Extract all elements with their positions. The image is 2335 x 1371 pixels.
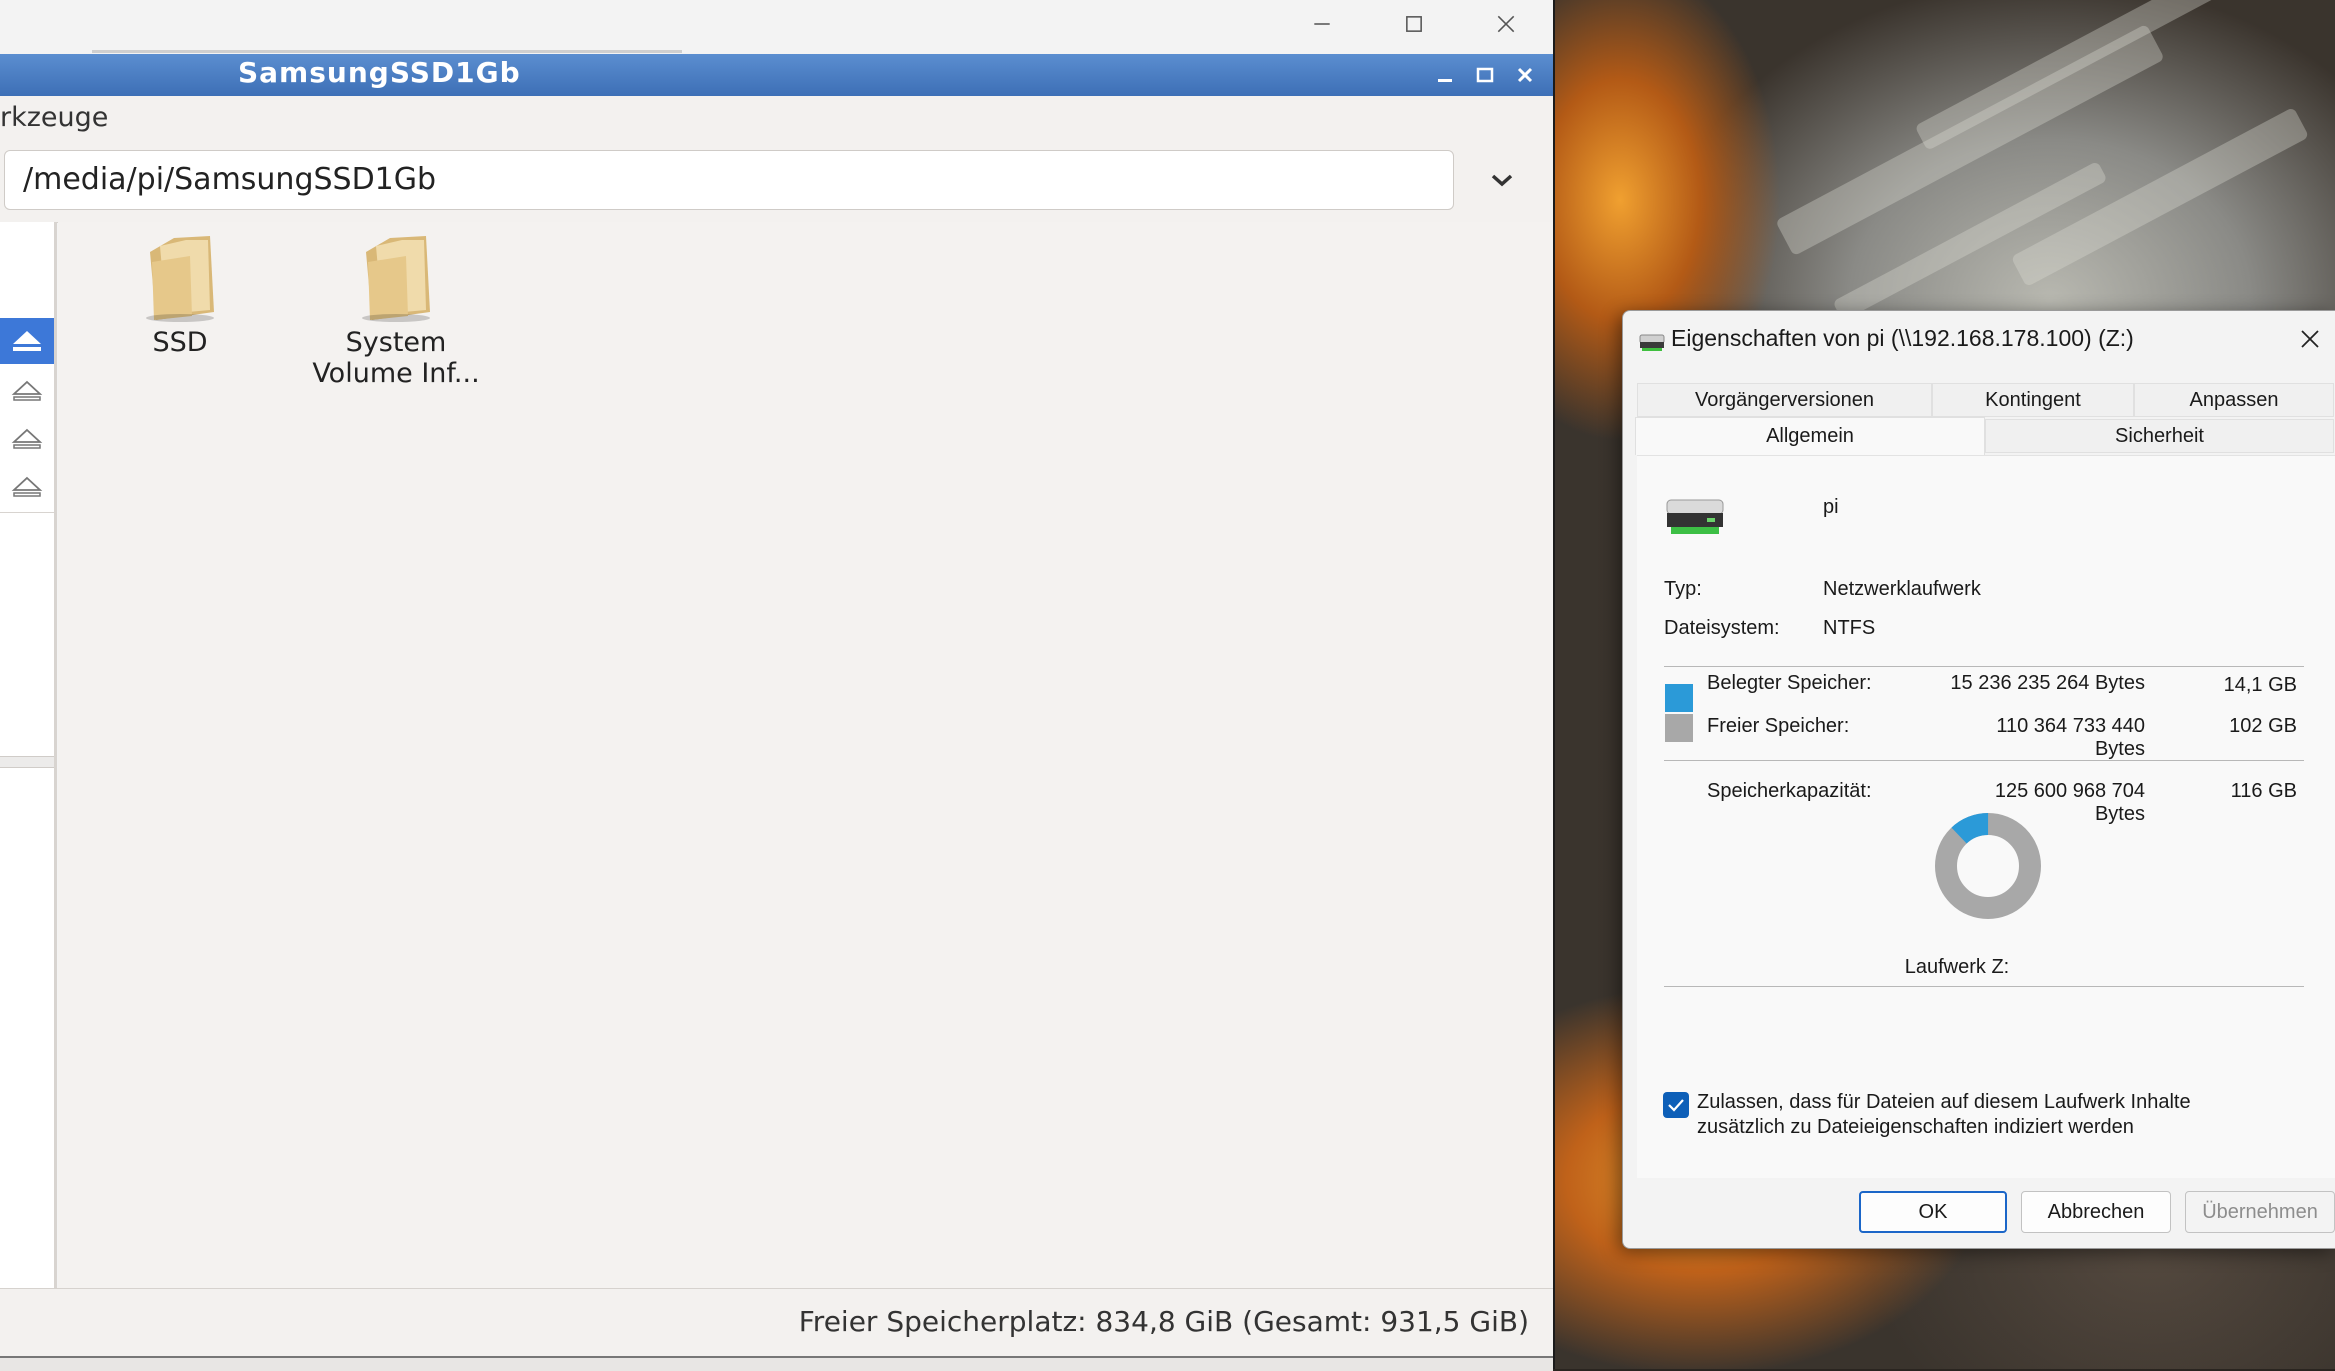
path-bar: /media/pi/SamsungSSD1Gb bbox=[0, 142, 1553, 223]
free-space-status: Freier Speicherplatz: 834,8 GiB (Gesamt:… bbox=[798, 1305, 1529, 1338]
filesystem-value: NTFS bbox=[1823, 617, 1876, 639]
used-space-label: Belegter Speicher: bbox=[1707, 672, 1872, 694]
dialog-close-button[interactable] bbox=[2290, 319, 2330, 359]
fm-maximize-button[interactable] bbox=[1469, 60, 1501, 90]
file-item-label-line2: Volume Inf... bbox=[312, 358, 480, 389]
eject-drive-2-button[interactable] bbox=[0, 368, 54, 414]
tab-customize[interactable]: Anpassen bbox=[2134, 383, 2334, 417]
used-space-swatch bbox=[1665, 684, 1693, 712]
close-icon bbox=[1497, 15, 1515, 33]
menu-tools[interactable]: rkzeuge bbox=[0, 102, 108, 133]
type-label: Typ: bbox=[1664, 578, 1702, 600]
path-input[interactable]: /media/pi/SamsungSSD1Gb bbox=[4, 150, 1454, 210]
sidebar-divider bbox=[0, 512, 54, 513]
eject-drive-1-button[interactable] bbox=[0, 318, 54, 364]
close-icon bbox=[1517, 67, 1533, 83]
minimize-icon bbox=[1314, 23, 1330, 25]
eject-icon bbox=[11, 428, 43, 449]
close-icon bbox=[2301, 330, 2319, 348]
minimize-icon bbox=[1438, 79, 1452, 82]
capacity-size: 116 GB bbox=[2230, 780, 2297, 802]
free-space-label: Freier Speicher: bbox=[1707, 715, 1850, 737]
places-sidebar bbox=[0, 222, 57, 1288]
index-contents-label: Zulassen, dass für Dateien auf diesem La… bbox=[1697, 1091, 2191, 1113]
file-manager-titlebar[interactable]: SamsungSSD1Gb bbox=[0, 54, 1553, 96]
chevron-down-icon bbox=[1491, 174, 1513, 187]
donut-free-ring bbox=[1935, 813, 2041, 919]
maximize-button[interactable] bbox=[1368, 0, 1460, 48]
drive-name: pi bbox=[1823, 496, 1839, 518]
file-item-label: SSD bbox=[152, 327, 208, 358]
drive-letter-label: Laufwerk Z: bbox=[1904, 956, 2010, 978]
network-drive-icon bbox=[1639, 334, 1665, 351]
file-item[interactable]: SSD bbox=[70, 232, 290, 358]
eject-icon bbox=[11, 380, 43, 401]
network-drive-large-icon bbox=[1666, 499, 1724, 534]
tab-quota[interactable]: Kontingent bbox=[1932, 383, 2134, 417]
general-panel: pi Typ: Netzwerklaufwerk Dateisystem: NT… bbox=[1637, 455, 2335, 1178]
folder-icon bbox=[146, 236, 214, 322]
fm-minimize-button[interactable] bbox=[1429, 60, 1461, 90]
eject-icon bbox=[11, 476, 43, 497]
sidebar-pane-handle[interactable] bbox=[0, 756, 54, 768]
maximize-icon bbox=[1476, 67, 1494, 83]
divider bbox=[1664, 666, 2304, 667]
remote-desktop-window: SamsungSSD1Gb rkzeuge /media/pi/SamsungS… bbox=[0, 0, 1555, 1371]
fm-close-button[interactable] bbox=[1509, 60, 1541, 90]
filesystem-label: Dateisystem: bbox=[1664, 617, 1780, 639]
eject-icon bbox=[13, 331, 41, 351]
folder-icon bbox=[362, 236, 430, 322]
minimize-button[interactable] bbox=[1276, 0, 1368, 48]
type-value: Netzwerklaufwerk bbox=[1823, 578, 1981, 600]
window-tab-indicator bbox=[92, 50, 682, 53]
divider bbox=[1664, 760, 2304, 761]
tab-security[interactable]: Sicherheit bbox=[1985, 419, 2334, 453]
free-space-size: 102 GB bbox=[2229, 715, 2297, 737]
checkmark-icon bbox=[1668, 1099, 1684, 1112]
free-space-swatch bbox=[1665, 714, 1693, 742]
path-history-dropdown[interactable] bbox=[1474, 158, 1530, 202]
eject-drive-4-button[interactable] bbox=[0, 464, 54, 510]
divider bbox=[1664, 986, 2304, 987]
index-contents-label-line2: zusätzlich zu Dateieigenschaften indizie… bbox=[1697, 1116, 2134, 1138]
apply-button[interactable]: Übernehmen bbox=[2185, 1191, 2335, 1233]
file-manager-title: SamsungSSD1Gb bbox=[238, 56, 521, 89]
window-titlebar bbox=[0, 0, 1553, 53]
tab-general[interactable]: Allgemein bbox=[1635, 417, 1985, 455]
file-item-label: System bbox=[345, 327, 447, 358]
status-bar: Freier Speicherplatz: 834,8 GiB (Gesamt:… bbox=[0, 1288, 1553, 1357]
usage-donut-chart bbox=[1935, 813, 2041, 919]
used-space-size: 14,1 GB bbox=[2223, 674, 2297, 696]
maximize-icon bbox=[1406, 16, 1422, 32]
cancel-button[interactable]: Abbrechen bbox=[2021, 1191, 2171, 1233]
file-item[interactable]: System Volume Inf... bbox=[286, 232, 506, 389]
index-contents-checkbox[interactable] bbox=[1663, 1092, 1689, 1118]
file-view: SSD System Volume Inf... bbox=[58, 222, 1553, 1288]
ok-button[interactable]: OK bbox=[1859, 1191, 2007, 1233]
used-space-bytes: 15 236 235 264 Bytes bbox=[1950, 672, 2145, 694]
menu-bar: rkzeuge bbox=[0, 96, 1553, 143]
properties-dialog: Eigenschaften von pi (\\192.168.178.100)… bbox=[1622, 310, 2335, 1249]
free-space-bytes: 110 364 733 440 Bytes bbox=[1996, 715, 2145, 760]
eject-drive-3-button[interactable] bbox=[0, 416, 54, 462]
capacity-label: Speicherkapazität: bbox=[1707, 780, 1872, 802]
close-button[interactable] bbox=[1460, 0, 1552, 48]
dialog-title: Eigenschaften von pi (\\192.168.178.100)… bbox=[1671, 325, 2134, 351]
tab-previous-versions[interactable]: Vorgängerversionen bbox=[1637, 383, 1932, 417]
